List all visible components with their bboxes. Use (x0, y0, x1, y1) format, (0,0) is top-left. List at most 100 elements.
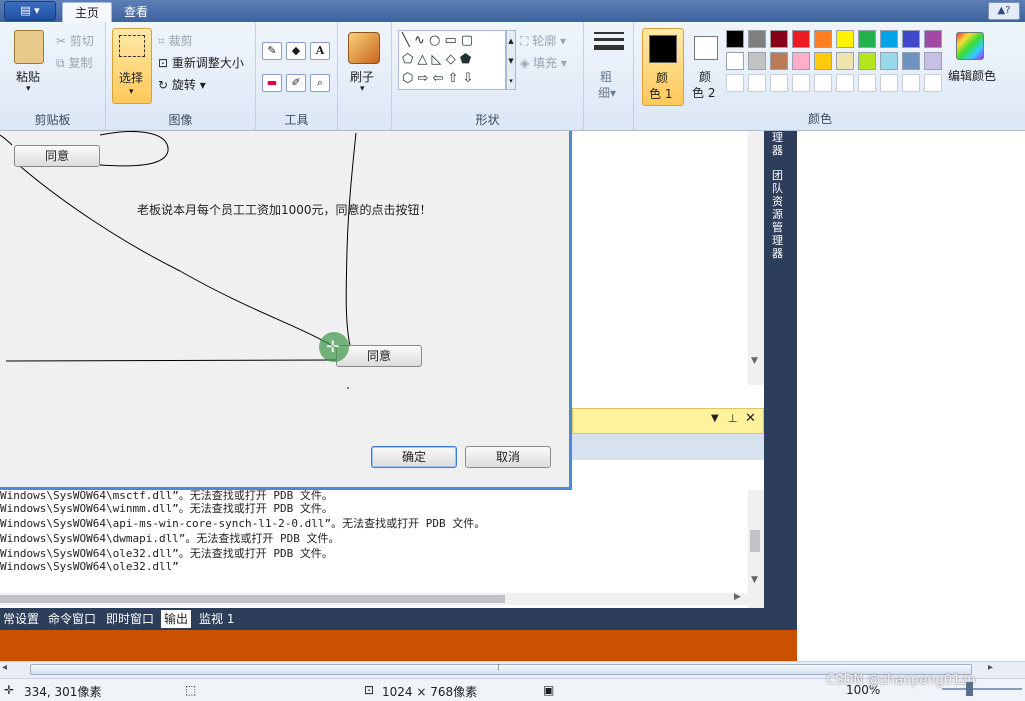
color-swatch[interactable] (726, 52, 744, 70)
tab-watch-1[interactable]: 监视 1 (196, 610, 237, 628)
color-swatch[interactable] (858, 30, 876, 48)
size-label[interactable]: 粗 (600, 68, 612, 85)
output-line: Windows\SysWOW64\ole32.dll” (0, 560, 179, 573)
size-line-icon[interactable] (594, 38, 624, 41)
tab-error-list[interactable]: 常设置 (0, 610, 42, 628)
cut-button[interactable]: ✂ 剪切 (56, 32, 94, 49)
ribbon-collapse-icon[interactable]: ▲? (988, 2, 1020, 20)
paste-icon[interactable] (14, 30, 44, 64)
tab-view[interactable]: 查看 (112, 2, 160, 22)
color-swatch[interactable] (902, 74, 920, 92)
zoom-slider[interactable] (942, 682, 1022, 696)
color-swatch[interactable] (924, 52, 942, 70)
fill-bucket-icon[interactable]: ◆ (286, 42, 306, 60)
color-swatch[interactable] (924, 30, 942, 48)
ok-button[interactable]: 确定 (371, 446, 457, 468)
brush-icon[interactable] (348, 32, 380, 64)
fill-button[interactable]: ◈ 填充 ▾ (520, 54, 567, 71)
pencil-icon[interactable]: ✎ (262, 42, 282, 60)
color-swatch[interactable] (770, 30, 788, 48)
paste-dropdown-icon[interactable]: ▾ (26, 84, 31, 94)
zoom-thumb[interactable] (966, 682, 973, 696)
tab-home[interactable]: 主页 (62, 2, 113, 22)
magnifier-icon[interactable]: ⌕ (310, 74, 330, 92)
dropdown-icon[interactable]: ▼ (711, 413, 719, 424)
color-swatch[interactable] (902, 30, 920, 48)
file-menu-button[interactable]: ▤ ▾ (4, 1, 56, 21)
color-swatch[interactable] (880, 74, 898, 92)
agree-button-top[interactable]: 同意 (14, 145, 100, 167)
scroll-thumb[interactable] (0, 595, 505, 603)
close-icon[interactable]: ✕ (745, 411, 756, 426)
resize-button[interactable]: ⊡ 重新调整大小 (158, 54, 244, 71)
size-line-icon[interactable] (594, 45, 624, 50)
color-swatch[interactable] (770, 74, 788, 92)
color-swatch[interactable] (770, 52, 788, 70)
size-label-2: 细 (598, 86, 611, 100)
color2-swatch (694, 36, 718, 60)
cut-label: 剪切 (69, 34, 94, 48)
color-swatch[interactable] (748, 52, 766, 70)
rotate-button[interactable]: ↻ 旋转 ▾ (158, 76, 206, 93)
color-swatch[interactable] (814, 52, 832, 70)
paste-button[interactable]: 粘贴 (16, 68, 40, 85)
color-swatch[interactable] (858, 74, 876, 92)
size-label[interactable]: 细▾ (598, 84, 616, 101)
color-swatch[interactable] (792, 30, 810, 48)
rotate-label: 旋转 (171, 78, 196, 92)
tab-command-window[interactable]: 命令窗口 (45, 610, 99, 628)
crop-button[interactable]: ⌗ 裁剪 (158, 32, 193, 49)
editor-vertical-scrollbar[interactable]: ▼ (748, 131, 764, 385)
color-swatch[interactable] (748, 30, 766, 48)
edit-colors-icon[interactable] (956, 32, 984, 60)
color-swatch[interactable] (880, 52, 898, 70)
color-swatch[interactable] (726, 74, 744, 92)
color-picker-icon[interactable]: ✐ (286, 74, 306, 92)
select-icon (119, 35, 145, 57)
color-swatch[interactable] (836, 52, 854, 70)
text-tool-icon[interactable]: A (310, 42, 330, 60)
color-swatch[interactable] (836, 30, 854, 48)
pin-icon[interactable]: ⊥ (728, 412, 738, 425)
copy-button[interactable]: ⧉ 复制 (56, 54, 92, 71)
tab-immediate-window[interactable]: 即时窗口 (103, 610, 157, 628)
shapes-gallery[interactable]: ╲ ∿ ○ ▭ ▢ ⬠ △ ◺ ◇ ⬟ ⬡ ⇨ ⇦ ⇧ ⇩ (398, 30, 506, 90)
scroll-left-icon[interactable]: ◂ (2, 662, 7, 673)
scroll-down-icon[interactable]: ▼ (751, 575, 758, 585)
color1-button[interactable]: 颜 色 1 (642, 28, 684, 106)
brush-button[interactable]: 刷子 (350, 68, 374, 85)
eraser-icon[interactable]: ▬ (262, 74, 282, 92)
tools-group-label: 工具 (284, 113, 309, 127)
color-swatch[interactable] (792, 74, 810, 92)
select-button[interactable]: 选择 ▾ (112, 28, 152, 104)
scroll-thumb[interactable] (750, 530, 760, 552)
edit-colors-button[interactable]: 编辑颜色 (948, 67, 996, 84)
scroll-right-icon[interactable]: ▶ (734, 592, 741, 602)
color-swatch[interactable] (924, 74, 942, 92)
color-swatch[interactable] (880, 30, 898, 48)
copy-label: 复制 (68, 56, 93, 70)
color-swatch[interactable] (748, 74, 766, 92)
image-group: 选择 ▾ ⌗ 裁剪 ⊡ 重新调整大小 ↻ 旋转 ▾ 图像 (106, 22, 256, 130)
color-swatch[interactable] (858, 52, 876, 70)
color-swatch[interactable] (836, 74, 854, 92)
color-swatch[interactable] (792, 52, 810, 70)
output-horizontal-scrollbar[interactable]: ▶ (0, 592, 748, 605)
output-text-area[interactable]: Windows\SysWOW64\msctf.dll”。无法查找或打开 PDB … (0, 490, 764, 608)
shapes-scroll-icon[interactable]: ▲ ▼ ▾ (506, 30, 516, 90)
scroll-right-icon[interactable]: ▸ (988, 662, 993, 673)
color-swatch[interactable] (814, 30, 832, 48)
solution-explorer-vertical-tab[interactable]: 理器 团队资源管理器 (772, 131, 786, 260)
canvas-size-icon: ⊡ (364, 683, 375, 697)
tab-output[interactable]: 输出 (161, 610, 192, 628)
size-line-icon[interactable] (594, 32, 624, 34)
color-swatch[interactable] (902, 52, 920, 70)
brush-dropdown-icon[interactable]: ▾ (360, 84, 365, 94)
cancel-button[interactable]: 取消 (465, 446, 551, 468)
output-vertical-scrollbar[interactable]: ▼ (748, 490, 764, 608)
scroll-down-icon[interactable]: ▼ (751, 356, 758, 366)
outline-button[interactable]: ⛶ 轮廓 ▾ (520, 32, 566, 49)
color-swatch[interactable] (726, 30, 744, 48)
color2-button[interactable]: 颜 色 2 (688, 28, 726, 106)
color-swatch[interactable] (814, 74, 832, 92)
